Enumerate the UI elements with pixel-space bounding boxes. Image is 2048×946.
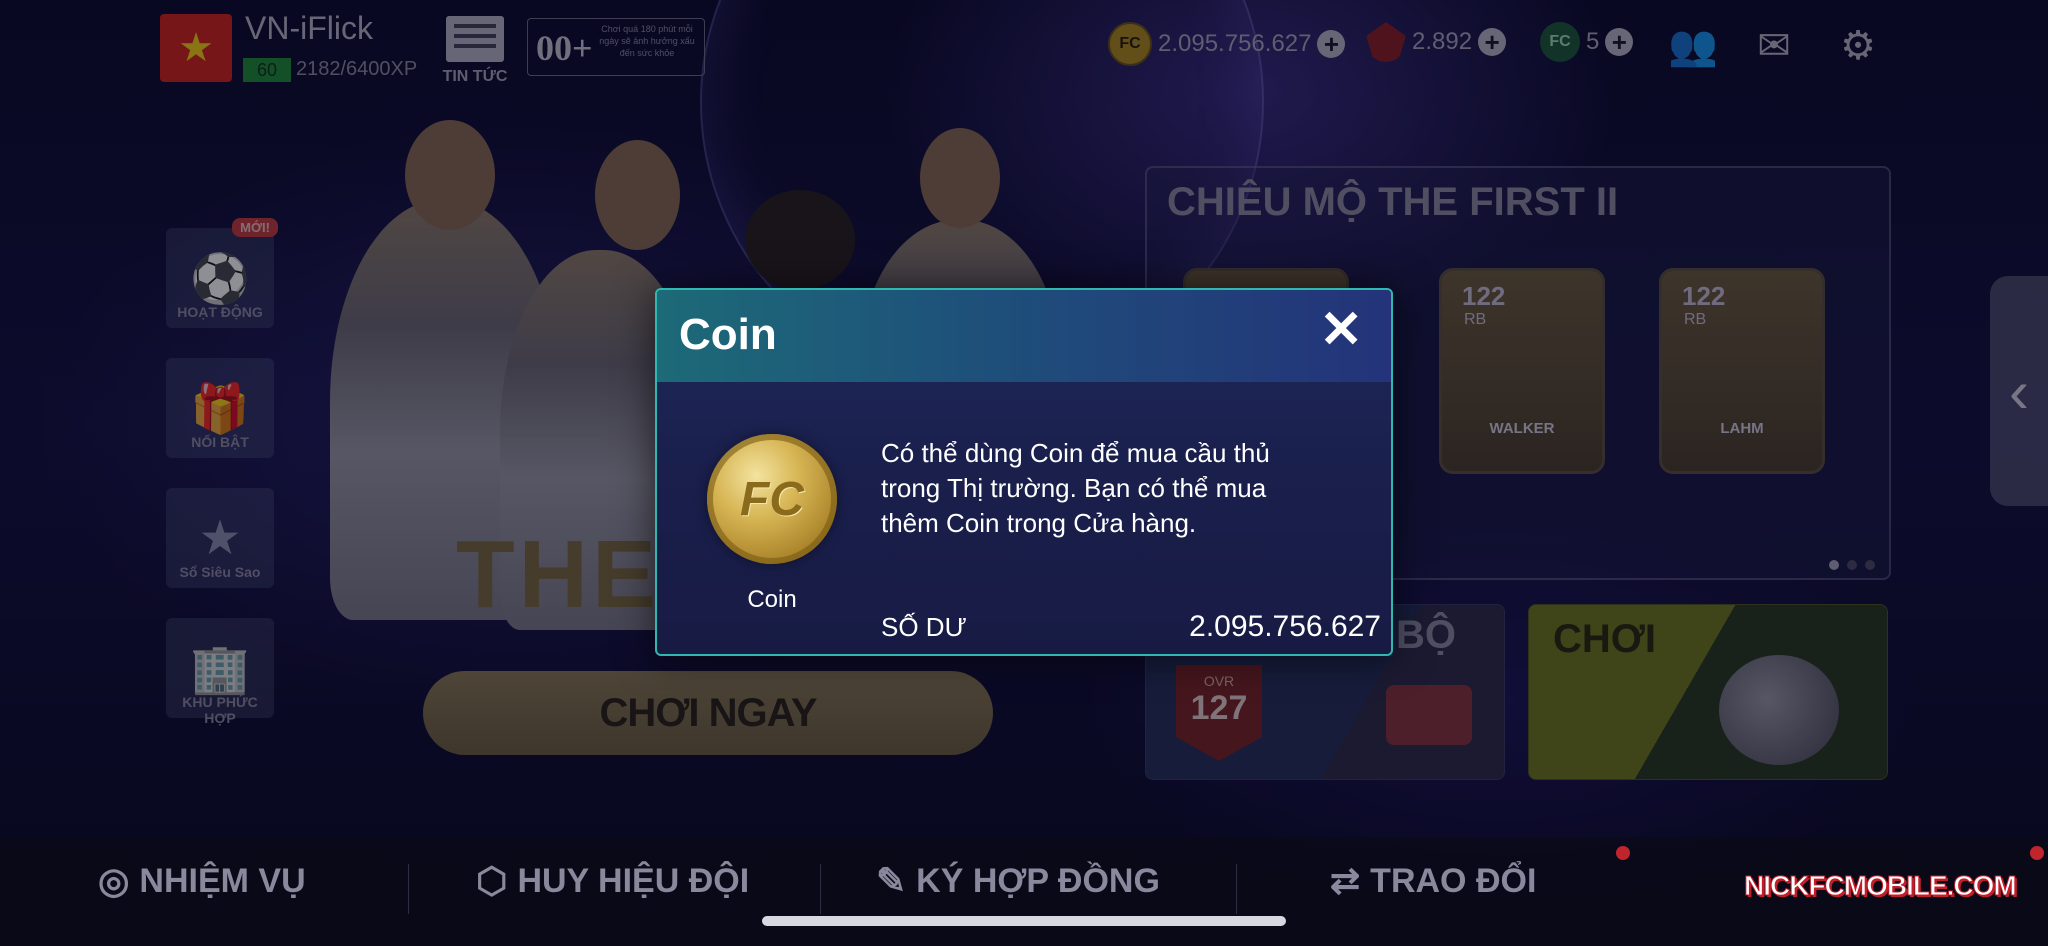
nav-label: HUY HIỆU ĐỘI [517, 861, 750, 900]
watermark: NICKFCMOBILE.COM [1744, 870, 2018, 902]
nav-label: KÝ HỢP ĐỒNG [916, 861, 1160, 900]
nav-missions[interactable]: ◎ NHIỆM VỤ [98, 860, 306, 902]
swap-arrows-icon: ⇄ [1330, 860, 1361, 901]
balance-value: 2.095.756.627 [1189, 610, 1381, 643]
close-icon[interactable]: ✕ [1319, 304, 1363, 356]
dialog-title: Coin [679, 310, 777, 359]
bottom-nav: ◎ NHIỆM VỤ ⬡ HUY HIỆU ĐỘI ✎ KÝ HỢP ĐỒNG … [0, 838, 2048, 946]
fc-coin-icon: FC [707, 434, 837, 564]
coin-glyph: FC [740, 472, 804, 526]
notification-dot [2030, 846, 2044, 860]
nav-trade[interactable]: ⇄ TRAO ĐỔI [1330, 860, 1536, 902]
badge-icon: ⬡ [476, 860, 508, 901]
coin-caption: Coin [747, 586, 797, 613]
balance-label: SỐ DƯ [881, 612, 967, 642]
notification-dot [1616, 846, 1630, 860]
home-indicator[interactable] [762, 916, 1286, 926]
coin-info-dialog: Coin ✕ FC Coin Có thể dùng Coin để mua c… [655, 288, 1393, 656]
dialog-description: Có thể dùng Coin để mua cầu thủ trong Th… [881, 438, 1270, 538]
nav-team-badge[interactable]: ⬡ HUY HIỆU ĐỘI [476, 860, 749, 902]
target-icon: ◎ [98, 860, 130, 901]
nav-label: NHIỆM VỤ [139, 861, 306, 900]
contract-icon: ✎ [876, 860, 907, 901]
nav-label: TRAO ĐỔI [1370, 861, 1537, 900]
nav-contract[interactable]: ✎ KÝ HỢP ĐỒNG [876, 860, 1160, 902]
